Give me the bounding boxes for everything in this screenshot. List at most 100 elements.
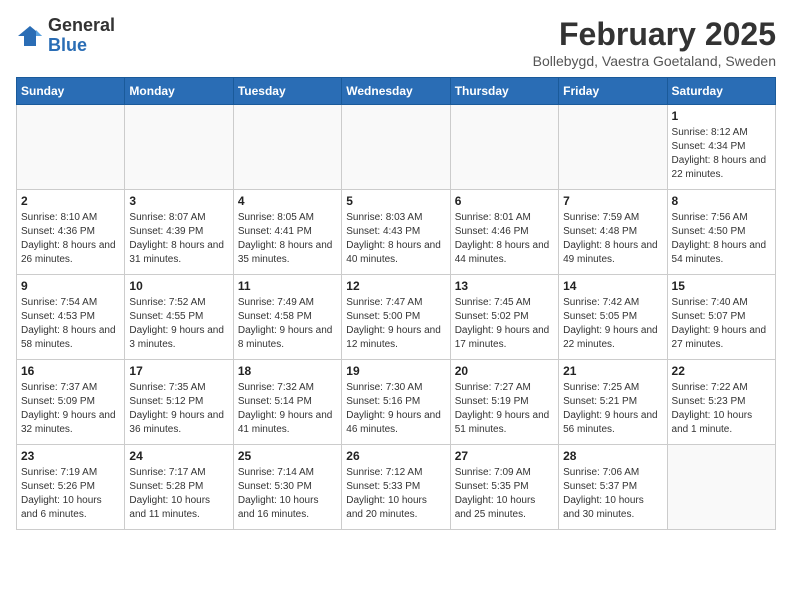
calendar-day: 11Sunrise: 7:49 AMSunset: 4:58 PMDayligh… xyxy=(233,275,341,360)
day-info: Sunrise: 7:59 AMSunset: 4:48 PMDaylight:… xyxy=(563,211,662,267)
day-info: Sunrise: 7:19 AMSunset: 5:26 PMDaylight:… xyxy=(21,466,120,522)
day-info: Sunrise: 7:32 AMSunset: 5:14 PMDaylight:… xyxy=(238,381,337,437)
day-number: 26 xyxy=(346,449,445,463)
day-number: 24 xyxy=(129,449,228,463)
day-info: Sunrise: 7:17 AMSunset: 5:28 PMDaylight:… xyxy=(129,466,228,522)
day-info: Sunrise: 7:52 AMSunset: 4:55 PMDaylight:… xyxy=(129,296,228,352)
day-info: Sunrise: 7:25 AMSunset: 5:21 PMDaylight:… xyxy=(563,381,662,437)
logo-general: General xyxy=(48,15,115,35)
logo-text: General Blue xyxy=(48,16,115,56)
day-number: 25 xyxy=(238,449,337,463)
calendar-day: 1 Sunrise: 8:12 AMSunset: 4:34 PMDaylight… xyxy=(667,105,775,190)
calendar-day: 27 Sunrise: 7:09 AMSunset: 5:35 PMDayligh… xyxy=(450,445,558,530)
weekday-header-thursday: Thursday xyxy=(450,78,558,105)
day-number: 15 xyxy=(672,279,771,293)
calendar-day: 10 Sunrise: 7:52 AMSunset: 4:55 PMDayligh… xyxy=(125,275,233,360)
weekday-header-friday: Friday xyxy=(559,78,667,105)
calendar-day: 17 Sunrise: 7:35 AMSunset: 5:12 PMDayligh… xyxy=(125,360,233,445)
day-number: 3 xyxy=(129,194,228,208)
day-number: 12 xyxy=(346,279,445,293)
day-info: Sunrise: 8:10 AMSunset: 4:36 PMDaylight:… xyxy=(21,211,120,267)
day-number: 7 xyxy=(563,194,662,208)
header: General Blue February 2025 Bollebygd, Va… xyxy=(16,16,776,69)
day-info: Sunrise: 7:42 AMSunset: 5:05 PMDaylight:… xyxy=(563,296,662,352)
day-number: 14 xyxy=(563,279,662,293)
calendar-day: 22 Sunrise: 7:22 AMSunset: 5:23 PMDayligh… xyxy=(667,360,775,445)
calendar-day: 23 Sunrise: 7:19 AMSunset: 5:26 PMDayligh… xyxy=(17,445,125,530)
calendar-day: 14 Sunrise: 7:42 AMSunset: 5:05 PMDayligh… xyxy=(559,275,667,360)
day-info: Sunrise: 8:05 AMSunset: 4:41 PMDaylight:… xyxy=(238,211,337,267)
day-info: Sunrise: 7:47 AMSunset: 5:00 PMDaylight:… xyxy=(346,296,445,352)
calendar-day: 20Sunrise: 7:27 AMSunset: 5:19 PMDayligh… xyxy=(450,360,558,445)
day-info: Sunrise: 7:35 AMSunset: 5:12 PMDaylight:… xyxy=(129,381,228,437)
calendar-day: 26 Sunrise: 7:12 AMSunset: 5:33 PMDayligh… xyxy=(342,445,450,530)
weekday-header-monday: Monday xyxy=(125,78,233,105)
calendar-day: 9 Sunrise: 7:54 AMSunset: 4:53 PMDaylight… xyxy=(17,275,125,360)
logo-blue: Blue xyxy=(48,35,87,55)
day-number: 8 xyxy=(672,194,771,208)
calendar-day: 25 Sunrise: 7:14 AMSunset: 5:30 PMDayligh… xyxy=(233,445,341,530)
logo-icon xyxy=(16,22,44,50)
calendar-day: 21 Sunrise: 7:25 AMSunset: 5:21 PMDayligh… xyxy=(559,360,667,445)
day-info: Sunrise: 8:01 AMSunset: 4:46 PMDaylight:… xyxy=(455,211,554,267)
calendar-day: 18Sunrise: 7:32 AMSunset: 5:14 PMDayligh… xyxy=(233,360,341,445)
calendar-day: 6 Sunrise: 8:01 AMSunset: 4:46 PMDaylight… xyxy=(450,190,558,275)
calendar-week-2: 2 Sunrise: 8:10 AMSunset: 4:36 PMDaylight… xyxy=(17,190,776,275)
calendar-day: 24 Sunrise: 7:17 AMSunset: 5:28 PMDayligh… xyxy=(125,445,233,530)
day-info: Sunrise: 8:12 AMSunset: 4:34 PMDaylight:… xyxy=(672,126,771,182)
calendar-week-3: 9 Sunrise: 7:54 AMSunset: 4:53 PMDaylight… xyxy=(17,275,776,360)
day-number: 17 xyxy=(129,364,228,378)
calendar-day: 28Sunrise: 7:06 AMSunset: 5:37 PMDayligh… xyxy=(559,445,667,530)
calendar-day: 2 Sunrise: 8:10 AMSunset: 4:36 PMDaylight… xyxy=(17,190,125,275)
day-number: 9 xyxy=(21,279,120,293)
day-number: 23 xyxy=(21,449,120,463)
day-number: 6 xyxy=(455,194,554,208)
day-number: 28 xyxy=(563,449,662,463)
calendar-week-5: 23 Sunrise: 7:19 AMSunset: 5:26 PMDayligh… xyxy=(17,445,776,530)
calendar-header-row: SundayMondayTuesdayWednesdayThursdayFrid… xyxy=(17,78,776,105)
day-number: 22 xyxy=(672,364,771,378)
logo: General Blue xyxy=(16,16,115,56)
day-number: 20 xyxy=(455,364,554,378)
calendar-day: 8 Sunrise: 7:56 AMSunset: 4:50 PMDaylight… xyxy=(667,190,775,275)
weekday-header-wednesday: Wednesday xyxy=(342,78,450,105)
title-area: February 2025 Bollebygd, Vaestra Goetala… xyxy=(533,16,776,69)
day-info: Sunrise: 7:54 AMSunset: 4:53 PMDaylight:… xyxy=(21,296,120,352)
day-number: 4 xyxy=(238,194,337,208)
month-title: February 2025 xyxy=(533,16,776,53)
location-title: Bollebygd, Vaestra Goetaland, Sweden xyxy=(533,53,776,69)
calendar-day xyxy=(233,105,341,190)
day-info: Sunrise: 7:56 AMSunset: 4:50 PMDaylight:… xyxy=(672,211,771,267)
day-info: Sunrise: 7:49 AMSunset: 4:58 PMDaylight:… xyxy=(238,296,337,352)
calendar-day: 12 Sunrise: 7:47 AMSunset: 5:00 PMDayligh… xyxy=(342,275,450,360)
calendar-day xyxy=(667,445,775,530)
weekday-header-saturday: Saturday xyxy=(667,78,775,105)
day-info: Sunrise: 7:22 AMSunset: 5:23 PMDaylight:… xyxy=(672,381,771,437)
calendar-day: 15Sunrise: 7:40 AMSunset: 5:07 PMDayligh… xyxy=(667,275,775,360)
calendar-day: 7 Sunrise: 7:59 AMSunset: 4:48 PMDaylight… xyxy=(559,190,667,275)
day-number: 16 xyxy=(21,364,120,378)
calendar-day xyxy=(450,105,558,190)
day-info: Sunrise: 7:37 AMSunset: 5:09 PMDaylight:… xyxy=(21,381,120,437)
day-info: Sunrise: 7:30 AMSunset: 5:16 PMDaylight:… xyxy=(346,381,445,437)
calendar-day: 16 Sunrise: 7:37 AMSunset: 5:09 PMDayligh… xyxy=(17,360,125,445)
day-number: 10 xyxy=(129,279,228,293)
weekday-header-sunday: Sunday xyxy=(17,78,125,105)
day-number: 2 xyxy=(21,194,120,208)
calendar-day: 3 Sunrise: 8:07 AMSunset: 4:39 PMDaylight… xyxy=(125,190,233,275)
day-info: Sunrise: 8:03 AMSunset: 4:43 PMDaylight:… xyxy=(346,211,445,267)
day-info: Sunrise: 8:07 AMSunset: 4:39 PMDaylight:… xyxy=(129,211,228,267)
day-info: Sunrise: 7:12 AMSunset: 5:33 PMDaylight:… xyxy=(346,466,445,522)
day-number: 27 xyxy=(455,449,554,463)
calendar-day: 13Sunrise: 7:45 AMSunset: 5:02 PMDayligh… xyxy=(450,275,558,360)
day-info: Sunrise: 7:14 AMSunset: 5:30 PMDaylight:… xyxy=(238,466,337,522)
calendar-day xyxy=(559,105,667,190)
day-number: 1 xyxy=(672,109,771,123)
calendar-day xyxy=(342,105,450,190)
calendar-day: 4 Sunrise: 8:05 AMSunset: 4:41 PMDaylight… xyxy=(233,190,341,275)
day-info: Sunrise: 7:45 AMSunset: 5:02 PMDaylight:… xyxy=(455,296,554,352)
calendar-day xyxy=(17,105,125,190)
day-number: 21 xyxy=(563,364,662,378)
day-info: Sunrise: 7:09 AMSunset: 5:35 PMDaylight:… xyxy=(455,466,554,522)
day-number: 19 xyxy=(346,364,445,378)
